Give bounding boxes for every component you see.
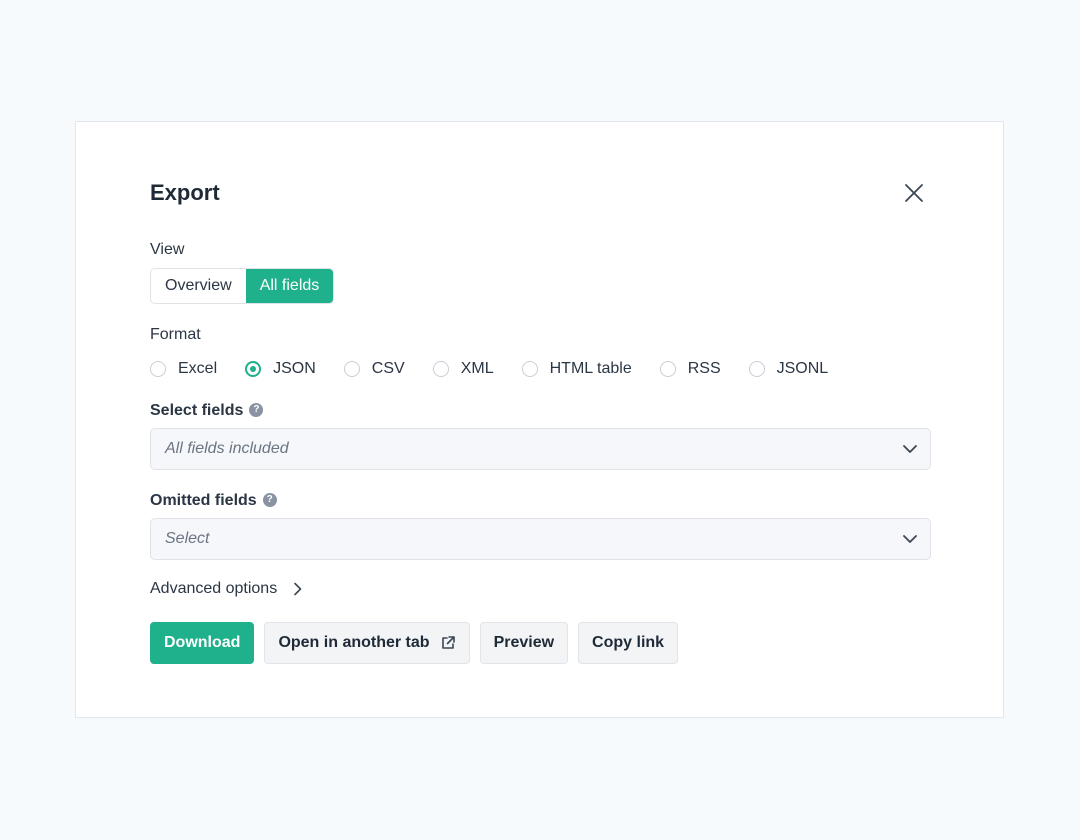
radio-label: RSS	[687, 360, 721, 377]
help-icon[interactable]: ?	[249, 402, 264, 417]
format-radio-rss[interactable]: RSS	[659, 360, 721, 378]
advanced-options-toggle[interactable]: Advanced options	[150, 580, 305, 598]
chevron-right-icon	[294, 582, 302, 596]
radio-button[interactable]	[521, 361, 538, 377]
omitted-fields-label: Omitted fields?	[150, 492, 277, 510]
select-fields-label-text: Select fields	[150, 402, 244, 419]
download-button[interactable]: Download	[150, 622, 255, 664]
format-radio-html-table[interactable]: HTML table	[521, 360, 632, 378]
radio-button-checked[interactable]	[245, 361, 262, 377]
format-radio-xml[interactable]: XML	[432, 360, 494, 378]
omitted-fields-placeholder: Select	[165, 530, 210, 547]
export-dialog: Export View Overview All fields Format E…	[75, 121, 1004, 718]
radio-label: HTML table	[549, 360, 632, 377]
view-toggle: Overview All fields	[150, 268, 335, 304]
chevron-down-icon	[903, 535, 917, 543]
format-label: Format	[150, 326, 201, 343]
preview-button[interactable]: Preview	[479, 622, 569, 664]
help-icon[interactable]: ?	[262, 492, 277, 507]
format-radio-jsonl[interactable]: JSONL	[748, 360, 829, 378]
omitted-fields-dropdown[interactable]: Select	[150, 518, 931, 560]
format-radio-json[interactable]: JSON	[245, 360, 316, 378]
radio-button[interactable]	[748, 361, 765, 377]
radio-button[interactable]	[659, 361, 676, 377]
format-radio-csv[interactable]: CSV	[343, 360, 405, 378]
radio-label: JSON	[273, 360, 316, 377]
format-radio-excel[interactable]: Excel	[150, 360, 217, 378]
chevron-down-icon	[903, 445, 917, 453]
select-fields-label: Select fields?	[150, 402, 264, 420]
dialog-title: Export	[150, 180, 220, 205]
select-fields-dropdown[interactable]: All fields included	[150, 428, 931, 470]
action-bar: Download Open in another tab Preview Cop…	[150, 622, 688, 664]
copy-link-button[interactable]: Copy link	[578, 622, 679, 664]
advanced-options-label: Advanced options	[150, 580, 278, 597]
radio-button[interactable]	[432, 361, 449, 377]
omitted-fields-label-text: Omitted fields	[150, 492, 257, 509]
radio-button[interactable]	[343, 361, 360, 377]
close-button[interactable]	[902, 181, 926, 205]
view-option-overview[interactable]: Overview	[151, 269, 246, 303]
format-radio-group: Excel JSON CSV XML HTML table RSS JSONL	[150, 358, 856, 380]
view-label: View	[150, 241, 185, 258]
view-option-all-fields[interactable]: All fields	[245, 269, 334, 303]
radio-label: CSV	[371, 360, 405, 377]
open-in-another-tab-button[interactable]: Open in another tab	[264, 622, 470, 664]
radio-label: JSONL	[776, 360, 829, 377]
external-link-icon	[441, 636, 455, 649]
open-in-another-tab-label: Open in another tab	[278, 634, 430, 651]
close-icon	[905, 184, 923, 202]
radio-button[interactable]	[150, 361, 166, 377]
select-fields-placeholder: All fields included	[165, 440, 289, 457]
radio-label: Excel	[178, 360, 218, 377]
radio-label: XML	[460, 360, 494, 377]
